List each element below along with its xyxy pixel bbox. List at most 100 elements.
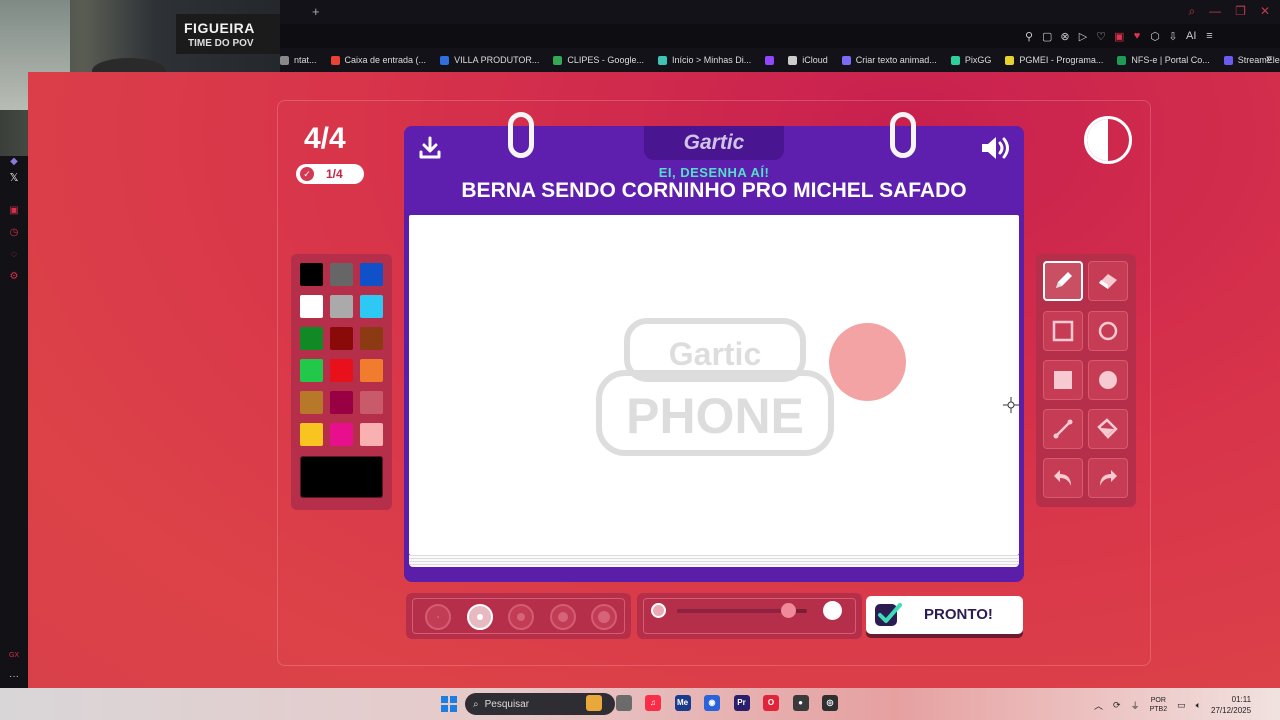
screenshot-icon[interactable]: ▢ xyxy=(1042,30,1052,43)
tray-overflow-icon[interactable]: ︿ xyxy=(1094,699,1103,712)
brush-size-option[interactable] xyxy=(508,604,534,630)
bookmark-item[interactable]: VILLA PRODUTOR... xyxy=(440,55,539,65)
player-icon[interactable]: ▣ xyxy=(8,205,20,217)
color-swatch[interactable] xyxy=(360,295,383,318)
color-swatch[interactable] xyxy=(300,359,323,382)
x-icon[interactable]: 𝕏 xyxy=(8,172,20,184)
fill-tool-button[interactable] xyxy=(1088,409,1128,449)
color-swatch[interactable] xyxy=(360,423,383,446)
opacity-max-icon[interactable] xyxy=(823,601,842,620)
bookmark-item[interactable]: CLIPES - Google... xyxy=(553,55,644,65)
player-icon[interactable]: ▷ xyxy=(1078,30,1088,43)
color-swatch[interactable] xyxy=(360,327,383,350)
eraser-tool-button[interactable] xyxy=(1088,261,1128,301)
heart-icon[interactable]: ♡ xyxy=(1096,30,1106,43)
color-swatch[interactable] xyxy=(330,359,353,382)
undo-button[interactable] xyxy=(1043,458,1083,498)
close-icon[interactable]: ✕ xyxy=(1260,4,1270,19)
maximize-icon[interactable]: ❐ xyxy=(1235,4,1246,19)
color-swatch[interactable] xyxy=(300,295,323,318)
brush-size-option[interactable] xyxy=(549,604,576,630)
bookmark-item[interactable]: Caixa de entrada (... xyxy=(330,55,426,65)
extension-icon[interactable]: ▣ xyxy=(1114,30,1124,43)
network-icon[interactable]: ▭ xyxy=(1177,700,1186,711)
opacity-slider-thumb[interactable] xyxy=(780,603,796,618)
taskbar-app-icon[interactable]: ◉ xyxy=(704,695,720,711)
color-swatch[interactable] xyxy=(300,391,323,414)
drawing-canvas[interactable]: Gartic PHONE xyxy=(409,215,1019,555)
taskbar-app-icon[interactable]: ● xyxy=(792,695,809,711)
rectangle-tool-button[interactable] xyxy=(1043,311,1083,351)
color-swatch[interactable] xyxy=(330,327,353,350)
taskbar-app-icon[interactable] xyxy=(586,695,602,711)
color-swatch[interactable] xyxy=(300,423,323,446)
pencil-tool-button[interactable] xyxy=(1043,261,1083,301)
color-swatch[interactable] xyxy=(360,391,383,414)
opacity-min-icon[interactable] xyxy=(651,603,666,618)
opacity-slider[interactable] xyxy=(677,603,807,618)
color-swatch[interactable] xyxy=(330,263,353,286)
color-swatch[interactable] xyxy=(300,263,323,286)
webcam-poster: FIGUEIRA TIME DO POV xyxy=(176,14,280,54)
filled-rectangle-tool-button[interactable] xyxy=(1043,360,1083,400)
gx-icon[interactable]: GX xyxy=(8,650,20,662)
bookmark-item[interactable]: PGMEI - Programa... xyxy=(1005,55,1103,65)
download-icon[interactable] xyxy=(418,136,442,160)
ai-button[interactable]: AI xyxy=(1186,30,1196,43)
usb-icon[interactable]: ⏚ xyxy=(1131,699,1140,712)
more-icon[interactable]: ··· xyxy=(8,671,20,683)
bookmark-item[interactable]: Criar texto animad... xyxy=(841,55,937,65)
contrast-toggle-button[interactable] xyxy=(1084,116,1132,164)
color-swatch[interactable] xyxy=(330,391,353,414)
brush-size-option[interactable] xyxy=(425,604,451,630)
taskbar-app-icon[interactable]: Me xyxy=(674,695,691,711)
bookmark-label: ntat... xyxy=(294,55,317,65)
extensions-icon[interactable]: ⬡ xyxy=(1150,30,1160,43)
taskbar-app-icon[interactable]: ♫ xyxy=(645,695,661,711)
color-swatch[interactable] xyxy=(300,327,323,350)
bookmark-item[interactable]: Início > Minhas Di... xyxy=(657,55,751,65)
menu-icon[interactable]: ≡ xyxy=(1204,30,1214,43)
speaker-icon[interactable]: 🔈︎ xyxy=(1196,700,1201,711)
undo-icon xyxy=(1054,470,1071,486)
done-button[interactable]: PRONTO! xyxy=(866,596,1023,634)
bookmark-item[interactable] xyxy=(765,55,775,65)
extension-icon[interactable]: ◆ xyxy=(8,156,20,168)
color-swatch[interactable] xyxy=(330,295,353,318)
bookmark-item[interactable]: iCloud xyxy=(788,55,828,65)
bookmark-item[interactable]: NFS-e | Portal Co... xyxy=(1117,55,1210,65)
bookmarks-overflow-icon[interactable]: » xyxy=(1266,53,1272,65)
windows-start-icon[interactable] xyxy=(441,696,457,712)
bookmark-item[interactable]: PixGG xyxy=(950,55,991,65)
line-tool-button[interactable] xyxy=(1043,409,1083,449)
color-swatch[interactable] xyxy=(360,359,383,382)
download-icon[interactable]: ⇩ xyxy=(1168,30,1178,43)
taskbar-app-icon[interactable]: Pr xyxy=(733,695,750,711)
ellipse-tool-button[interactable] xyxy=(1088,311,1128,351)
taskbar-app-icon[interactable]: O xyxy=(763,695,779,711)
clock[interactable]: 01:11 27/12/2025 xyxy=(1211,694,1251,716)
search-tabs-icon[interactable]: ⌕ xyxy=(1188,4,1195,19)
bookmark-item[interactable]: ntat... xyxy=(280,55,317,65)
messenger-icon[interactable]: ◌ xyxy=(8,249,20,261)
language-bottom: PTB2 xyxy=(1149,706,1168,713)
new-tab-button[interactable]: + xyxy=(312,4,320,19)
color-swatch[interactable] xyxy=(330,423,353,446)
round-counter: 4/4 xyxy=(304,122,346,155)
color-swatch[interactable] xyxy=(360,263,383,286)
taskbar-app-icon[interactable]: ◎ xyxy=(822,695,838,711)
filled-ellipse-tool-button[interactable] xyxy=(1088,360,1128,400)
language-indicator[interactable]: POR PTB2 xyxy=(1150,696,1168,714)
settings-icon[interactable]: ⚙ xyxy=(8,271,20,283)
minimize-icon[interactable]: — xyxy=(1209,4,1221,19)
blocker-icon[interactable]: ⊗ xyxy=(1060,30,1070,43)
pin-icon[interactable]: ⚲ xyxy=(1024,30,1034,43)
extension-heart-icon[interactable]: ♥ xyxy=(1132,30,1142,43)
taskbar-app-icon[interactable] xyxy=(615,695,632,711)
redo-button[interactable] xyxy=(1088,458,1128,498)
history-icon[interactable]: ◷ xyxy=(8,227,20,239)
sync-icon[interactable]: ⟳ xyxy=(1113,700,1121,711)
volume-icon[interactable] xyxy=(980,134,1012,162)
brush-size-option[interactable] xyxy=(591,604,617,630)
brush-size-option[interactable] xyxy=(466,604,493,630)
